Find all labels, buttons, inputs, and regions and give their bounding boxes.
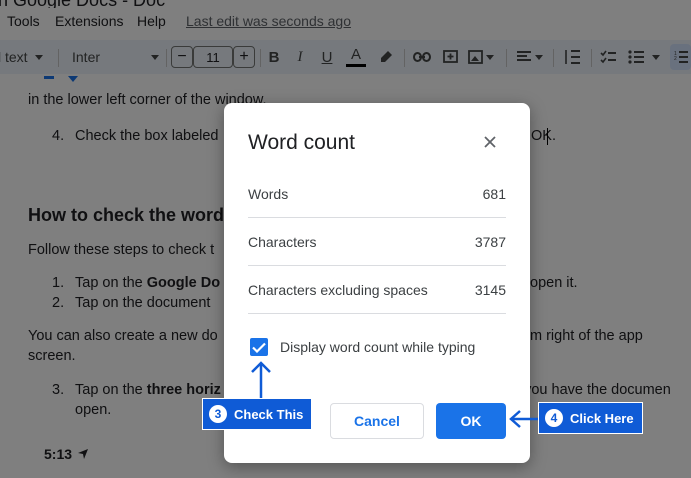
words-value: 681 bbox=[482, 186, 506, 202]
ok-button[interactable]: OK bbox=[436, 403, 506, 439]
step-number-badge: 3 bbox=[209, 405, 227, 423]
checkmark-icon bbox=[252, 342, 266, 353]
callout-check-this: 3 Check This bbox=[202, 398, 313, 430]
display-word-count-label[interactable]: Display word count while typing bbox=[280, 339, 475, 355]
characters-excluding-spaces-label: Characters excluding spaces bbox=[248, 282, 428, 298]
callout-click-here: 4 Click Here bbox=[538, 402, 643, 434]
characters-value: 3787 bbox=[474, 234, 506, 250]
arrow-left-icon bbox=[509, 410, 542, 428]
words-label: Words bbox=[248, 186, 289, 202]
characters-excluding-spaces-row: Characters excluding spaces 3145 bbox=[248, 265, 506, 314]
characters-label: Characters bbox=[248, 234, 317, 250]
words-row: Words 681 bbox=[248, 169, 506, 218]
characters-excluding-spaces-value: 3145 bbox=[474, 282, 506, 298]
step-number-badge: 4 bbox=[545, 409, 563, 427]
close-icon[interactable] bbox=[478, 130, 502, 154]
arrow-up-icon bbox=[251, 361, 271, 402]
dialog-title: Word count bbox=[248, 131, 355, 154]
callout-text: Click Here bbox=[570, 410, 634, 426]
display-word-count-checkbox[interactable] bbox=[250, 338, 268, 356]
characters-row: Characters 3787 bbox=[248, 217, 506, 266]
callout-text: Check This bbox=[234, 406, 304, 422]
cancel-button[interactable]: Cancel bbox=[330, 403, 424, 439]
